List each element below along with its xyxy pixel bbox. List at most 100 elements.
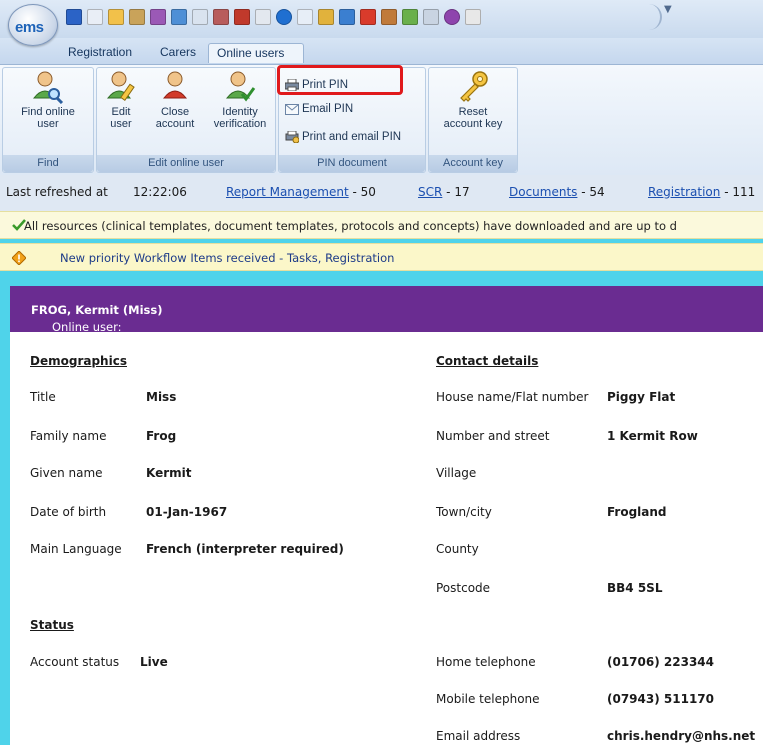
status-line: Last refreshed at 12:22:06 Report Manage…: [0, 175, 763, 212]
resources-notice: All resources (clinical templates, docum…: [0, 211, 763, 239]
people-icon[interactable]: [129, 9, 145, 25]
edit-user-icon: [106, 71, 135, 101]
flag-icon[interactable]: [234, 9, 250, 25]
close-account-button[interactable]: Close account: [147, 70, 203, 130]
report-management-link[interactable]: Report Management - 50: [226, 185, 376, 199]
postcode-value: BB4 5SL: [607, 581, 663, 595]
account-status-value: Live: [140, 655, 168, 669]
ribbon-tabs: Registration Carers Online users: [0, 38, 763, 64]
edit-user-button[interactable]: Edit user: [103, 70, 139, 130]
documents-link[interactable]: Documents - 54: [509, 185, 605, 199]
documents-label[interactable]: Documents: [509, 185, 577, 199]
find-online-user-label: Find online user: [21, 106, 75, 130]
find-user-icon: [32, 71, 64, 104]
mobile-telephone-label: Mobile telephone: [436, 692, 540, 706]
group-account-key-label: Account key: [429, 155, 517, 172]
quick-access-toolbar: ▼: [0, 0, 763, 39]
online-user-title: Online user: FROG, Kermit (Miss): [31, 303, 163, 334]
given-name-value: Kermit: [146, 466, 192, 480]
close-account-label: Close account: [155, 106, 195, 130]
family-icon[interactable]: [381, 9, 397, 25]
tab-online-users[interactable]: Online users: [208, 43, 304, 63]
village-label: Village: [436, 466, 477, 480]
logo-text: ems: [15, 19, 44, 36]
group-icon[interactable]: [213, 9, 229, 25]
date-of-birth-label: Date of birth: [30, 505, 107, 519]
account-status-label: Account status: [30, 655, 120, 669]
tab-carers[interactable]: Carers: [152, 43, 204, 63]
email-pin-button[interactable]: Email PIN: [285, 100, 353, 118]
info-icon[interactable]: [276, 9, 292, 25]
arrow-icon[interactable]: [423, 9, 439, 25]
town-city-label: Town/city: [436, 505, 492, 519]
title-label: Title: [30, 390, 56, 404]
home-telephone-label: Home telephone: [436, 655, 536, 669]
registration-label[interactable]: Registration: [648, 185, 720, 199]
print-email-icon: [285, 131, 299, 143]
report-management-count: 50: [360, 185, 376, 199]
notes-icon[interactable]: [255, 9, 271, 25]
mobile-telephone-value: (07943) 511170: [607, 692, 714, 706]
registration-count: 111: [732, 185, 756, 199]
identity-verification-label: Identity verification: [213, 106, 267, 130]
identity-verification-icon: [225, 71, 256, 102]
scr-link[interactable]: SCR - 17: [418, 185, 470, 199]
online-user-name: FROG, Kermit (Miss): [31, 303, 163, 317]
key-icon: [460, 71, 488, 102]
main-language-value: French (interpreter required): [146, 542, 344, 556]
workflow-notice-text[interactable]: New priority Workflow Items received - T…: [60, 251, 394, 265]
family-name-label: Family name: [30, 429, 107, 443]
app-window: ▼ ems Registration Carers Online users F…: [0, 0, 763, 745]
online-user-panel: Online user: FROG, Kermit (Miss) Demogra…: [10, 286, 763, 745]
home-icon[interactable]: [87, 9, 103, 25]
chart-icon[interactable]: [150, 9, 166, 25]
contact-details-heading: Contact details: [436, 354, 539, 368]
title-value: Miss: [146, 390, 177, 404]
given-name-label: Given name: [30, 466, 103, 480]
report-management-label[interactable]: Report Management: [226, 185, 349, 199]
help-icon[interactable]: [444, 9, 460, 25]
pin-icon[interactable]: [360, 9, 376, 25]
calendar-icon[interactable]: [171, 9, 187, 25]
close-account-icon: [162, 71, 188, 99]
quick-access-icons: [66, 6, 481, 28]
reset-account-key-button[interactable]: Reset account key: [433, 70, 513, 130]
last-refreshed-time: 12:22:06: [133, 185, 187, 199]
number-street-value: 1 Kermit Row: [607, 429, 698, 443]
pencil-icon[interactable]: [108, 9, 124, 25]
postcode-label: Postcode: [436, 581, 491, 595]
registration-link[interactable]: Registration - 111: [648, 185, 755, 199]
find-online-user-button[interactable]: Find online user: [5, 70, 91, 130]
group-edit-online-user: Edit user Close account Identity verific…: [96, 67, 276, 173]
document-icon[interactable]: [192, 9, 208, 25]
user-icon[interactable]: [318, 9, 334, 25]
email-pin-label: Email PIN: [302, 103, 354, 115]
house-name-label: House name/Flat number: [436, 390, 589, 404]
paint-icon[interactable]: [402, 9, 418, 25]
group-edit-online-user-label: Edit online user: [97, 155, 275, 172]
print-and-email-pin-button[interactable]: Print and email PIN: [285, 128, 401, 146]
app-logo[interactable]: ems: [8, 4, 58, 46]
tab-registration[interactable]: Registration: [60, 43, 140, 63]
back-icon[interactable]: [66, 9, 82, 25]
workflow-notice[interactable]: New priority Workflow Items received - T…: [0, 243, 763, 271]
scr-label[interactable]: SCR: [418, 185, 442, 199]
identity-verification-button[interactable]: Identity verification: [205, 70, 275, 130]
customize-toolbar-icon[interactable]: ▼: [664, 4, 672, 15]
list-icon[interactable]: [339, 9, 355, 25]
check-icon[interactable]: [297, 9, 313, 25]
group-find: Find online user Find: [2, 67, 94, 173]
clipboard-icon[interactable]: [465, 9, 481, 25]
group-pin-document-label: PIN document: [279, 155, 425, 172]
email-address-label: Email address: [436, 729, 521, 743]
print-pin-highlight: [277, 65, 403, 95]
resources-notice-text: All resources (clinical templates, docum…: [24, 219, 677, 233]
county-label: County: [436, 542, 479, 556]
demographics-heading: Demographics: [30, 354, 127, 368]
group-account-key: Reset account key Account key: [428, 67, 518, 173]
edit-user-label: Edit user: [110, 106, 132, 130]
last-refreshed-label: Last refreshed at: [6, 185, 108, 199]
status-heading: Status: [30, 618, 74, 632]
print-and-email-pin-label: Print and email PIN: [302, 131, 402, 143]
town-city-value: Frogland: [607, 505, 667, 519]
